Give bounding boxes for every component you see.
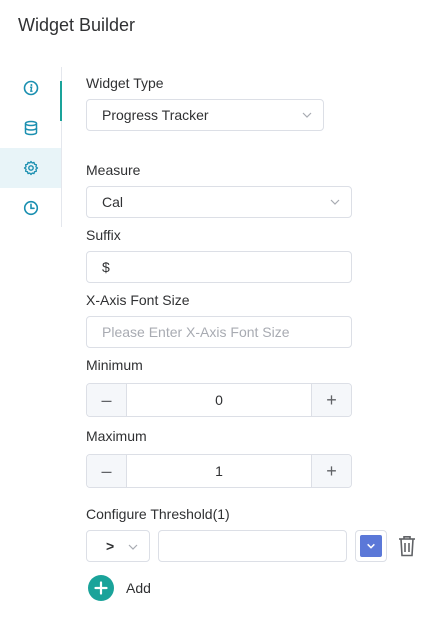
x-axis-font-size-placeholder: Please Enter X-Axis Font Size	[102, 324, 290, 340]
measure-value: Cal	[102, 194, 124, 210]
threshold-operator-select[interactable]: >	[86, 530, 150, 562]
threshold-color-picker[interactable]	[355, 530, 387, 562]
minimum-label: Minimum	[86, 357, 143, 373]
info-icon	[23, 80, 38, 96]
widget-type-label: Widget Type	[86, 75, 164, 91]
minimum-increment-button[interactable]: +	[311, 384, 351, 416]
maximum-increment-button[interactable]: +	[311, 455, 351, 487]
add-threshold-button[interactable]	[88, 575, 114, 601]
side-nav	[0, 67, 62, 227]
minimum-decrement-button[interactable]: –	[87, 384, 127, 416]
plus-icon	[94, 581, 108, 595]
clock-icon	[23, 200, 38, 216]
maximum-decrement-button[interactable]: –	[87, 455, 127, 487]
nav-item-data[interactable]	[0, 108, 61, 148]
maximum-stepper: – 1 +	[86, 454, 352, 488]
widget-type-value: Progress Tracker	[102, 107, 209, 123]
nav-item-history[interactable]	[0, 188, 61, 228]
x-axis-font-size-input[interactable]: Please Enter X-Axis Font Size	[86, 316, 352, 348]
page-title: Widget Builder	[18, 15, 136, 35]
nav-item-info[interactable]	[0, 68, 61, 108]
chevron-down-icon	[367, 543, 375, 549]
chevron-down-icon	[128, 544, 138, 550]
trash-icon[interactable]	[397, 535, 417, 557]
add-threshold-label[interactable]: Add	[126, 580, 151, 596]
suffix-value: $	[102, 259, 110, 275]
suffix-input[interactable]: $	[86, 251, 352, 283]
color-swatch	[360, 535, 382, 557]
x-axis-font-size-label: X-Axis Font Size	[86, 292, 190, 308]
measure-select[interactable]: Cal	[86, 186, 352, 218]
nav-active-indicator	[60, 81, 62, 121]
measure-label: Measure	[86, 162, 141, 178]
chevron-down-icon	[330, 199, 340, 205]
maximum-value-input[interactable]: 1	[127, 455, 311, 487]
maximum-label: Maximum	[86, 428, 147, 444]
suffix-label: Suffix	[86, 227, 121, 243]
database-icon	[24, 120, 37, 136]
threshold-operator-value: >	[106, 538, 115, 554]
widget-type-select[interactable]: Progress Tracker	[86, 99, 324, 131]
minimum-stepper: – 0 +	[86, 383, 352, 417]
chevron-down-icon	[302, 112, 312, 118]
threshold-value-input[interactable]	[158, 530, 347, 562]
gear-icon	[23, 160, 38, 176]
threshold-label: Configure Threshold(1)	[86, 506, 230, 522]
nav-item-settings[interactable]	[0, 148, 61, 188]
minimum-value-input[interactable]: 0	[127, 384, 311, 416]
